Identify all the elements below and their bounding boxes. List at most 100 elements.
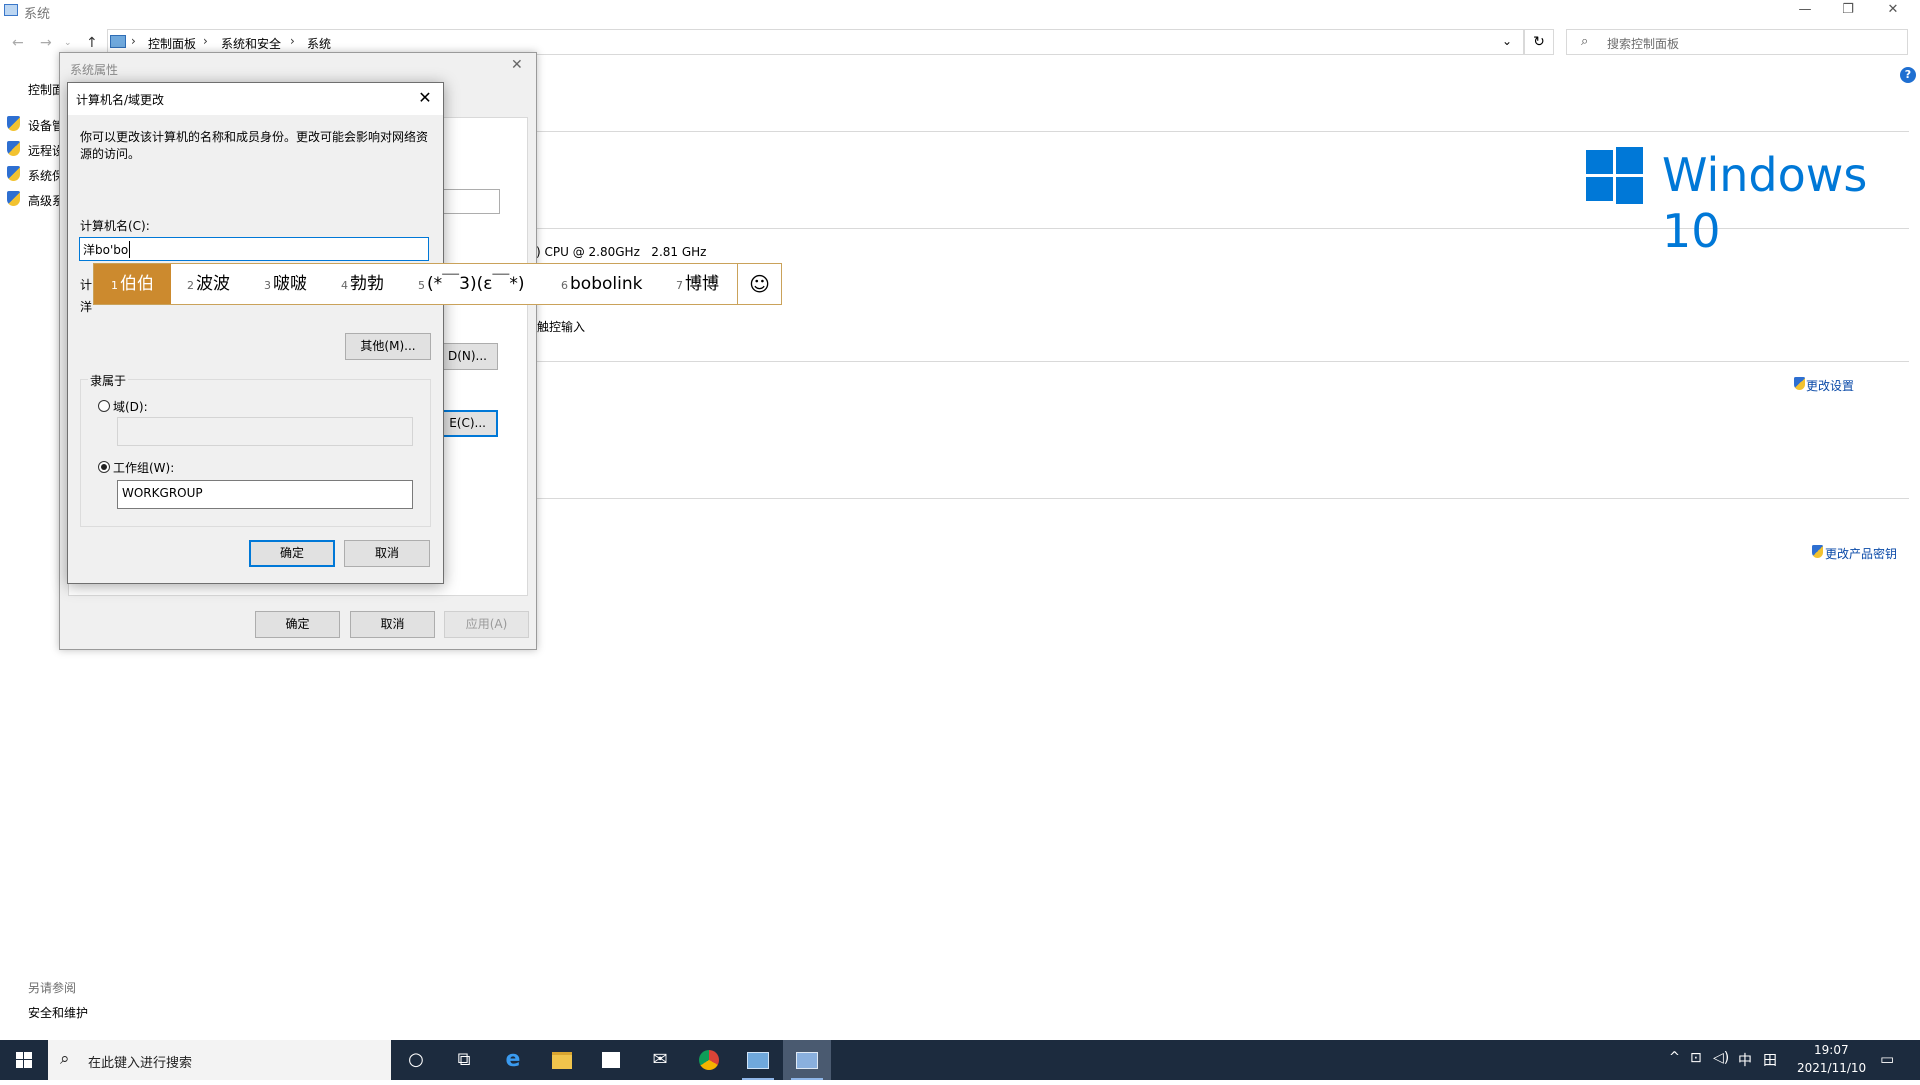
ime-candidate[interactable]: 5 (*￣3)(ε￣*)	[418, 264, 525, 304]
workgroup-value: WORKGROUP	[122, 486, 203, 500]
cpu-info-text: ) CPU @ 2.80GHz 2.81 GHz	[536, 245, 707, 259]
system-app-icon	[4, 4, 18, 16]
emoji-icon[interactable]: ☺	[738, 264, 781, 304]
shield-icon	[1812, 545, 1823, 558]
change-settings-link[interactable]: 更改设置	[1806, 377, 1854, 394]
breadcrumb-separator-icon: ›	[131, 34, 136, 48]
back-arrow-icon[interactable]: ←	[12, 35, 24, 51]
recent-chevron-icon[interactable]: ⌄	[64, 38, 72, 48]
domain-input[interactable]	[117, 417, 413, 446]
windows-10-logo: Windows 10	[1586, 147, 1906, 258]
more-button[interactable]: 其他(M)...	[345, 333, 431, 360]
maximize-button[interactable]: ❐	[1825, 0, 1871, 22]
workgroup-label: 工作组(W):	[113, 461, 175, 475]
sysprop-apply-button[interactable]: 应用(A)	[444, 611, 529, 638]
computer-description-input[interactable]	[440, 189, 500, 214]
input-language-indicator[interactable]: 中	[1738, 1050, 1752, 1070]
task-view-icon[interactable]: ⧉	[440, 1040, 488, 1080]
dialog-title: 计算机名/域更改	[76, 93, 165, 107]
file-explorer-icon[interactable]	[538, 1040, 586, 1080]
search-icon: ⌕	[60, 1049, 70, 1069]
ime-candidate[interactable]: 2 波波	[187, 264, 230, 304]
breadcrumb-separator-icon: ›	[203, 34, 208, 48]
computer-name-label: 计算机名(C):	[80, 219, 150, 233]
window-title: 系统	[24, 7, 51, 22]
tray-chevron-icon[interactable]: ^	[1669, 1050, 1680, 1065]
shield-icon	[7, 116, 20, 131]
full-name-label: 计	[80, 278, 93, 292]
touch-input-text: 触控输入	[537, 320, 586, 334]
cortana-icon[interactable]: ○	[392, 1040, 440, 1080]
control-panel-icon	[110, 35, 126, 48]
change-name-button[interactable]: E(C)...	[440, 410, 498, 437]
minimize-button[interactable]: —	[1782, 0, 1828, 22]
forward-arrow-icon[interactable]: →	[40, 35, 52, 51]
breadcrumb-control-panel[interactable]: 控制面板	[148, 35, 196, 52]
windows-logo-icon	[1586, 147, 1644, 204]
shield-icon	[7, 191, 20, 206]
change-product-key-link[interactable]: 更改产品密钥	[1825, 545, 1897, 562]
system-properties-title: 系统属性	[70, 63, 119, 77]
ime-candidate-bar: 1 伯伯 2 波波 3 啵啵 4 勃勃 5 (*￣3)(ε￣*) 6 bobolink 7博…	[93, 263, 782, 305]
workgroup-input[interactable]: WORKGROUP	[117, 480, 413, 509]
edge-icon[interactable]: e	[489, 1040, 537, 1080]
breadcrumb-separator-icon: ›	[290, 34, 295, 48]
shield-icon	[1794, 377, 1805, 390]
shield-icon	[7, 166, 20, 181]
computer-name-input[interactable]: 洋bo'bo	[79, 237, 429, 261]
search-placeholder: 搜索控制面板	[1607, 37, 1680, 51]
clock-time[interactable]: 19:07	[1814, 1043, 1849, 1057]
section-divider	[537, 361, 1909, 362]
ime-candidate[interactable]: 4 勃勃	[341, 264, 384, 304]
chrome-icon[interactable]	[685, 1040, 733, 1080]
shield-icon	[7, 141, 20, 156]
close-window-button[interactable]: ✕	[1870, 0, 1916, 22]
start-icon[interactable]	[0, 1040, 48, 1080]
up-arrow-icon[interactable]: ↑	[86, 35, 98, 51]
ime-candidate[interactable]: 7 博博	[676, 264, 719, 304]
computer-name-dialog: 计算机名/域更改 ✕ 你可以更改该计算机的名称和成员身份。更改可能会影响对网络资…	[67, 82, 444, 584]
network-icon[interactable]: ⊡	[1690, 1050, 1702, 1066]
workgroup-radio[interactable]	[98, 461, 110, 473]
window-titlebar: 系统 — ❐ ✕	[0, 0, 1920, 22]
see-also-heading: 另请参阅	[28, 981, 77, 995]
address-dropdown-icon[interactable]: ⌄	[1502, 34, 1512, 48]
dialog-ok-button[interactable]: 确定	[249, 540, 335, 567]
breadcrumb-system-security[interactable]: 系统和安全	[221, 35, 281, 52]
security-maintenance-link[interactable]: 安全和维护	[28, 1004, 88, 1021]
ime-candidate[interactable]: 3 啵啵	[264, 264, 307, 304]
system-properties-close-button[interactable]: ✕	[511, 57, 523, 73]
full-name-value: 洋	[80, 300, 93, 314]
sysprop-cancel-button[interactable]: 取消	[350, 611, 435, 638]
sysprop-ok-button[interactable]: 确定	[255, 611, 340, 638]
dialog-close-button[interactable]: ✕	[410, 86, 440, 110]
control-panel-icon[interactable]	[734, 1040, 782, 1080]
dialog-description: 你可以更改该计算机的名称和成员身份。更改可能会影响对网络资源的访问。	[80, 130, 429, 161]
taskbar: ⌕ 在此键入进行搜索 ○ ⧉ e ✉ ^ ⊡ ◁) 中 田 19:07 2021…	[0, 1040, 1920, 1080]
taskbar-search-placeholder: 在此键入进行搜索	[88, 1056, 193, 1071]
clock-date[interactable]: 2021/11/10	[1797, 1061, 1866, 1075]
taskbar-search-box[interactable]: ⌕ 在此键入进行搜索	[48, 1040, 391, 1080]
breadcrumb-system[interactable]: 系统	[307, 35, 331, 52]
domain-label: 域(D):	[113, 400, 148, 414]
windows-logo-text: Windows 10	[1662, 148, 1868, 258]
refresh-button[interactable]: ↻	[1524, 29, 1554, 55]
system-settings-icon[interactable]	[783, 1040, 831, 1080]
member-of-label: 隶属于	[88, 372, 129, 389]
search-icon: ⌕	[1581, 34, 1589, 49]
computer-name-value: 洋bo'bo	[83, 241, 131, 258]
network-id-button[interactable]: D(N)...	[440, 343, 498, 370]
ime-candidate[interactable]: 1 伯伯	[94, 264, 171, 304]
mail-icon[interactable]: ✉	[636, 1040, 684, 1080]
section-divider	[537, 131, 1909, 132]
volume-icon[interactable]: ◁)	[1713, 1050, 1729, 1066]
domain-radio[interactable]	[98, 400, 110, 412]
ime-mode-indicator[interactable]: 田	[1763, 1050, 1777, 1070]
dialog-cancel-button[interactable]: 取消	[344, 540, 430, 567]
section-divider	[537, 498, 1909, 499]
ime-candidate[interactable]: 6 bobolink	[561, 264, 642, 304]
help-icon[interactable]: ?	[1900, 67, 1916, 83]
search-input[interactable]: ⌕ 搜索控制面板	[1566, 29, 1908, 55]
store-icon[interactable]	[587, 1040, 635, 1080]
notification-icon[interactable]: ▭	[1880, 1050, 1894, 1068]
